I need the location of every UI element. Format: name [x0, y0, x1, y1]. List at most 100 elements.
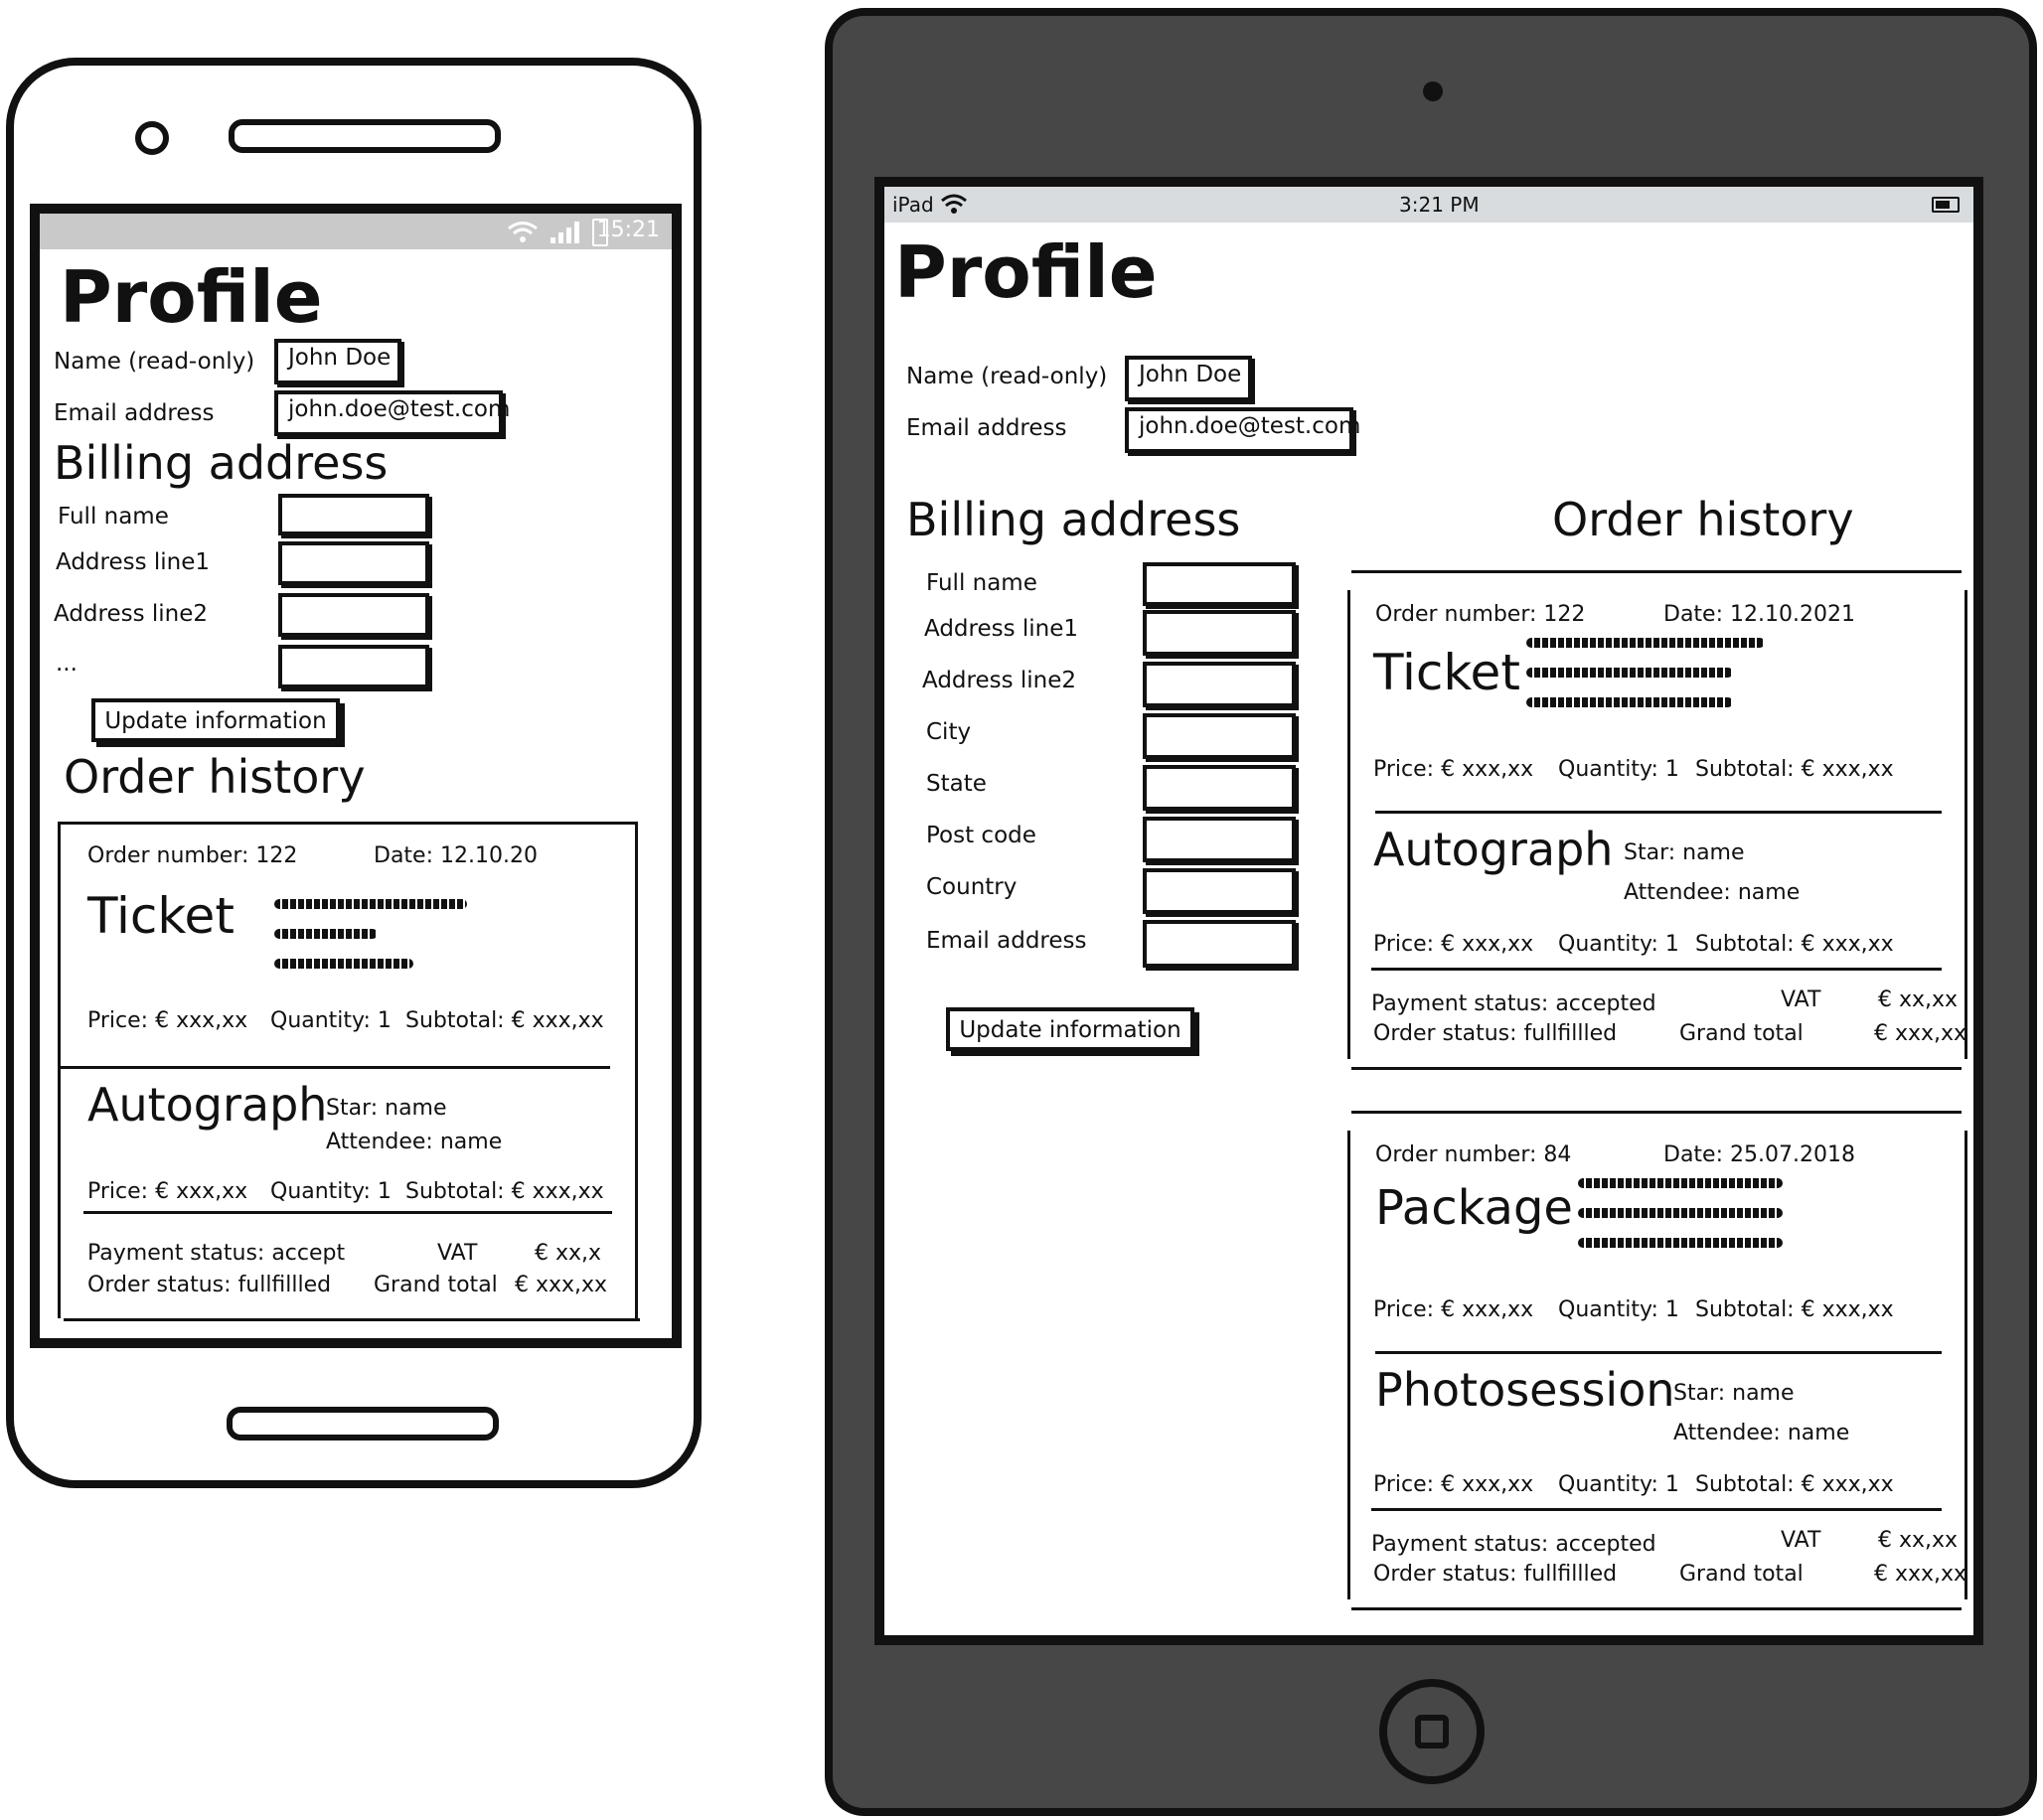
billing-input-full-name[interactable] [278, 494, 429, 535]
grand-total-label: Grand total [374, 1273, 498, 1297]
order-date: Date: 12.10.2021 [1663, 602, 1855, 627]
billing-input-email[interactable] [1143, 920, 1296, 968]
billing-label-more: ... [56, 651, 78, 677]
payment-status: Payment status: accepted [1371, 1532, 1656, 1557]
update-information-button[interactable]: Update information [946, 1007, 1194, 1051]
page-title: Profile [60, 255, 323, 339]
item-attendee: Attendee: name [1673, 1421, 1850, 1445]
wifi-icon [508, 222, 538, 242]
item-price: Price: € xxx,xx [1373, 1297, 1534, 1322]
billing-input-full-name[interactable] [1143, 562, 1296, 606]
billing-input-city[interactable] [1143, 713, 1296, 759]
vat-label: VAT [1781, 1528, 1821, 1553]
scribble-text [1578, 1238, 1783, 1248]
scribble-text [274, 959, 413, 969]
email-field[interactable]: john.doe@test.com [1125, 407, 1360, 453]
tablet-camera-icon [1423, 81, 1443, 101]
divider [1375, 1351, 1942, 1354]
phone-camera-icon [135, 121, 169, 155]
item-title-autograph: Autograph [1373, 823, 1614, 876]
item-star: Star: name [1624, 840, 1745, 865]
billing-input-more[interactable] [278, 645, 429, 688]
divider [1375, 811, 1942, 814]
order-number: Order number: 122 [1375, 602, 1586, 627]
item-star: Star: name [326, 1096, 447, 1121]
grand-total-label: Grand total [1679, 1021, 1804, 1046]
billing-label-address-line1: Address line1 [56, 549, 211, 575]
status-time: 15:21 [596, 218, 660, 242]
grand-total-value: € xxx,xx [1874, 1562, 1967, 1587]
order-number: Order number: 122 [87, 843, 298, 868]
order-history-title: Order history [64, 750, 366, 804]
email-label: Email address [54, 400, 215, 426]
billing-label-full-name: Full name [926, 570, 1037, 596]
email-label: Email address [906, 415, 1067, 441]
phone-speaker [229, 119, 501, 153]
billing-label-state: State [926, 771, 987, 797]
page-title: Profile [894, 230, 1158, 314]
order-status: Order status: fullfillled [87, 1273, 332, 1297]
update-information-button[interactable]: Update information [91, 698, 340, 742]
tablet-screen: iPad 3:21 PM Profile Name (read-only) Jo… [874, 177, 1983, 1645]
billing-label-email: Email address [926, 928, 1087, 954]
item-quantity: Quantity: 1 [1558, 932, 1679, 957]
billing-input-address-line2[interactable] [1143, 662, 1296, 707]
divider [1351, 570, 1962, 573]
tablet-status-bar: iPad 3:21 PM [884, 187, 1973, 223]
vat-value: € xx,xx [1878, 1528, 1959, 1553]
billing-input-address-line1[interactable] [1143, 610, 1296, 656]
order-status: Order status: fullfillled [1373, 1562, 1618, 1587]
divider [58, 1066, 610, 1069]
item-attendee: Attendee: name [326, 1130, 503, 1154]
item-price: Price: € xxx,xx [1373, 1472, 1534, 1497]
item-title-ticket: Ticket [87, 887, 235, 945]
item-quantity: Quantity: 1 [270, 1179, 392, 1204]
signal-icon [547, 214, 586, 249]
scribble-text [1578, 1178, 1783, 1188]
scribble-text [1526, 697, 1733, 707]
billing-title: Billing address [54, 436, 389, 490]
scribble-text [274, 899, 467, 909]
item-subtotal: Subtotal: € xxx,xx [1695, 757, 1894, 782]
billing-input-address-line2[interactable] [278, 593, 429, 637]
billing-label-city: City [926, 719, 972, 745]
phone-screen: 15:21 Profile Name (read-only) John Doe … [30, 204, 682, 1348]
order-history-title: Order history [1552, 493, 1854, 546]
billing-input-country[interactable] [1143, 868, 1296, 914]
billing-input-address-line1[interactable] [278, 541, 429, 585]
item-title-autograph: Autograph [87, 1078, 328, 1132]
billing-input-post-code[interactable] [1143, 817, 1296, 862]
divider [1351, 1607, 1962, 1610]
item-price: Price: € xxx,xx [87, 1008, 248, 1033]
divider [64, 1318, 640, 1321]
billing-label-address-line2: Address line2 [54, 601, 209, 627]
item-title-ticket: Ticket [1373, 644, 1520, 701]
item-quantity: Quantity: 1 [1558, 757, 1679, 782]
scribble-text [1526, 638, 1765, 648]
status-device: iPad [892, 193, 934, 217]
phone-home-bar[interactable] [227, 1407, 499, 1441]
name-field: John Doe [1125, 356, 1252, 401]
status-time: 3:21 PM [1399, 193, 1480, 217]
item-subtotal: Subtotal: € xxx,xx [1695, 1297, 1894, 1322]
payment-status: Payment status: accept [87, 1241, 346, 1266]
billing-input-state[interactable] [1143, 765, 1296, 811]
item-title-photosession: Photosession [1375, 1363, 1675, 1417]
item-price: Price: € xxx,xx [1373, 757, 1534, 782]
name-label: Name (read-only) [54, 349, 255, 375]
email-field[interactable]: john.doe@test.com [274, 390, 510, 436]
item-attendee: Attendee: name [1624, 880, 1801, 905]
battery-icon [1932, 197, 1960, 213]
scribble-text [274, 929, 378, 939]
item-subtotal: Subtotal: € xxx,xx [1695, 1472, 1894, 1497]
grand-total-value: € xxx,xx [1874, 1021, 1967, 1046]
item-price: Price: € xxx,xx [87, 1179, 248, 1204]
divider [1351, 1067, 1962, 1070]
billing-label-full-name: Full name [58, 504, 169, 530]
order-status: Order status: fullfillled [1373, 1021, 1618, 1046]
divider [1371, 968, 1942, 971]
scribble-text [1526, 668, 1733, 678]
item-subtotal: Subtotal: € xxx,xx [405, 1179, 604, 1204]
vat-label: VAT [1781, 987, 1821, 1012]
phone-status-bar: 15:21 [40, 214, 672, 249]
